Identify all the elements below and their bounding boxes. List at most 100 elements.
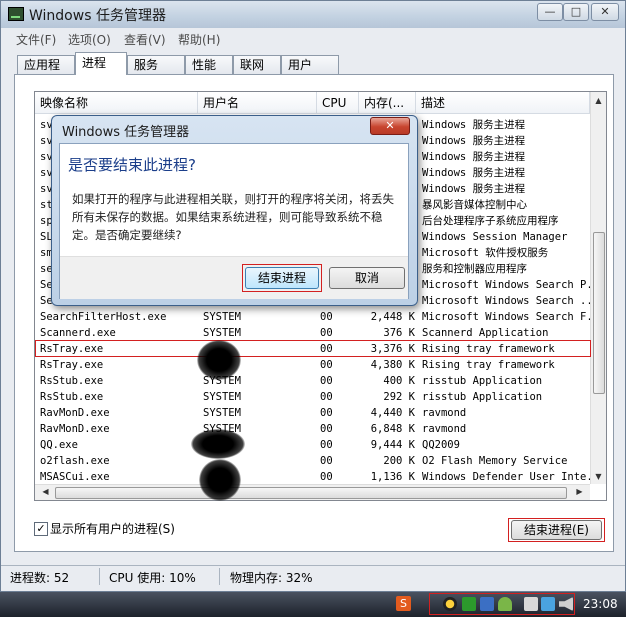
selected-process-highlight xyxy=(35,340,591,357)
process-desc-cell: 后台处理程序子系统应用程序 xyxy=(422,215,559,227)
process-mem-cell: 2,448 K xyxy=(370,311,415,323)
process-mem-cell: 376 K xyxy=(383,327,415,339)
process-mem-cell: 4,380 K xyxy=(370,359,415,371)
process-row[interactable]: SearchFilterHost.exe SYSTEM 00 2,448 K Micro… xyxy=(35,309,591,325)
status-bar: 进程数: 52 CPU 使用: 10% 物理内存: 32% xyxy=(1,565,625,588)
cancel-button[interactable]: 取消 xyxy=(329,267,405,289)
scroll-thumb[interactable] xyxy=(593,232,605,394)
horizontal-scroll-thumb[interactable] xyxy=(55,487,567,499)
process-desc-cell: 暴风影音媒体控制中心 xyxy=(422,199,527,211)
column-user-name[interactable]: 用户名 xyxy=(198,92,317,114)
process-user-cell: SYSTEM xyxy=(203,311,241,323)
process-name-cell: RsTray.exe xyxy=(40,359,104,371)
process-name-cell: QQ.exe xyxy=(40,439,78,451)
process-desc-cell: O2 Flash Memory Service xyxy=(422,455,568,467)
menu-options[interactable]: 选项(O) xyxy=(68,31,111,48)
process-row[interactable]: QQ.exe 00 9,444 K QQ2009 xyxy=(35,437,591,453)
process-desc-cell: Windows 服务主进程 xyxy=(422,119,526,131)
tab-processes[interactable]: 进程 xyxy=(75,52,127,75)
column-description[interactable]: 描述 xyxy=(416,92,590,114)
title-bar[interactable]: Windows 任务管理器 — □ ✕ xyxy=(1,1,625,28)
process-row[interactable]: RavMonD.exe SYSTEM 00 4,440 Kravmond xyxy=(35,405,591,421)
tab-applications[interactable]: 应用程序 xyxy=(17,55,75,91)
process-name-cell: o2flash.exe xyxy=(40,455,110,467)
scroll-up-icon[interactable]: ▲ xyxy=(591,96,606,105)
process-desc-cell: Windows 服务主进程 xyxy=(422,135,526,147)
process-desc-cell: 服务和控制器应用程序 xyxy=(422,263,527,275)
tab-users[interactable]: 用户 xyxy=(281,55,339,74)
column-cpu[interactable]: CPU xyxy=(317,92,359,114)
input-method-icon[interactable]: S xyxy=(396,596,411,611)
umbrella-icon[interactable] xyxy=(498,597,512,611)
process-name-cell: RsStub.exe xyxy=(40,391,104,403)
process-desc-cell: Microsoft Windows Search ... xyxy=(422,295,590,307)
status-physical-memory: 物理内存: 32% xyxy=(230,571,313,585)
process-desc-cell: Microsoft 软件授权服务 xyxy=(422,247,549,259)
minimize-button[interactable]: — xyxy=(537,3,563,21)
process-mem-cell: 4,440 K xyxy=(370,407,415,419)
tab-networking[interactable]: 联网 xyxy=(233,55,281,74)
vertical-scrollbar[interactable]: ▲ ▼ xyxy=(590,92,606,484)
status-cpu-usage: CPU 使用: 10% xyxy=(109,571,196,585)
end-process-button[interactable]: 结束进程(E) xyxy=(511,520,602,540)
menu-bar: 文件(F) 选项(O) 查看(V) 帮助(H) xyxy=(1,29,625,49)
tab-services[interactable]: 服务 xyxy=(127,55,185,74)
tab-performance[interactable]: 性能 xyxy=(185,55,233,74)
shield-icon[interactable] xyxy=(480,597,494,611)
device-icon[interactable] xyxy=(524,597,538,611)
process-row[interactable]: RavMonD.exeSYSTEM006,848 Kravmond xyxy=(35,421,591,437)
menu-help[interactable]: 帮助(H) xyxy=(178,31,220,48)
process-name-cell: SearchFilterHost.exe xyxy=(40,311,167,323)
menu-view[interactable]: 查看(V) xyxy=(124,31,166,48)
dialog-message: 如果打开的程序与此进程相关联，则打开的程序将关闭，将丢失所有未保存的数据。如果结… xyxy=(72,192,394,242)
process-user-cell: SYSTEM xyxy=(203,407,241,419)
process-row[interactable]: Scannerd.exe SYSTEM 00 376 K Scannerd Applic… xyxy=(35,325,591,341)
status-separator xyxy=(99,568,100,585)
network-icon[interactable] xyxy=(541,597,555,611)
taskbar-clock[interactable]: 23:08 xyxy=(583,597,618,611)
process-row[interactable]: RsStub.exe SYSTEM 00 292 Krisstub Applicati… xyxy=(35,389,591,405)
status-separator xyxy=(219,568,220,585)
redacted-username xyxy=(199,459,241,501)
confirm-dialog: Windows 任务管理器 ✕ 是否要结束此进程? 如果打开的程序与此进程相关联… xyxy=(51,115,418,306)
process-desc-cell: Windows Session Manager xyxy=(422,231,568,243)
status-process-count: 进程数: 52 xyxy=(10,571,70,585)
process-row[interactable]: o2flash.exe 00 200 K O2 Flash Memory Servic… xyxy=(35,453,591,469)
process-name-cell: RavMonD.exe xyxy=(40,423,110,435)
column-memory[interactable]: 内存(... xyxy=(359,92,416,114)
process-mem-cell: 292 K xyxy=(383,391,415,403)
process-desc-cell: ravmond xyxy=(422,423,467,435)
process-row[interactable]: MSASCui.exe 00 1,136 K Windows Defender Use… xyxy=(35,469,591,485)
process-row[interactable]: RsStub.exe SYSTEM 00 400 Krisstub Applicati… xyxy=(35,373,591,389)
process-mem-cell: 9,444 K xyxy=(370,439,415,451)
process-desc-cell: Windows 服务主进程 xyxy=(422,167,526,179)
column-image-name[interactable]: 映像名称 xyxy=(35,92,198,114)
confirm-end-process-button[interactable]: 结束进程 xyxy=(245,267,319,289)
process-row[interactable]: RsTray.exe 00 4,380 K Rising tray framework xyxy=(35,357,591,373)
close-button[interactable]: ✕ xyxy=(591,3,619,21)
scroll-left-icon[interactable]: ◀ xyxy=(38,487,53,496)
process-user-cell: SYSTEM xyxy=(203,391,241,403)
dialog-title: Windows 任务管理器 xyxy=(62,125,190,140)
process-desc-cell: Windows Defender User Inte... xyxy=(422,471,590,483)
menu-file[interactable]: 文件(F) xyxy=(16,31,56,48)
process-desc-cell: Microsoft Windows Search P... xyxy=(422,279,590,291)
redacted-username xyxy=(197,340,241,380)
process-mem-cell: 200 K xyxy=(383,455,415,467)
maximize-button[interactable]: □ xyxy=(563,3,589,21)
process-desc-cell: Microsoft Windows Search F... xyxy=(422,311,590,323)
scroll-right-icon[interactable]: ▶ xyxy=(572,487,587,496)
process-desc-cell: risstub Application xyxy=(422,375,543,387)
qq-icon[interactable] xyxy=(443,597,457,611)
horizontal-scrollbar[interactable]: ◀ ▶ xyxy=(35,484,590,500)
process-mem-cell: 1,136 K xyxy=(370,471,415,483)
scroll-down-icon[interactable]: ▼ xyxy=(591,472,606,481)
process-desc-cell: Scannerd Application xyxy=(422,327,549,339)
dialog-close-button[interactable]: ✕ xyxy=(370,117,410,135)
green-tray-icon[interactable] xyxy=(462,597,476,611)
process-user-cell: SYSTEM xyxy=(203,327,241,339)
show-all-users-label: 显示所有用户的进程(S) xyxy=(50,522,175,536)
show-all-users-checkbox[interactable]: ✓ xyxy=(34,522,48,536)
dialog-heading: 是否要结束此进程? xyxy=(68,156,196,174)
process-name-cell: MSASCui.exe xyxy=(40,471,110,483)
